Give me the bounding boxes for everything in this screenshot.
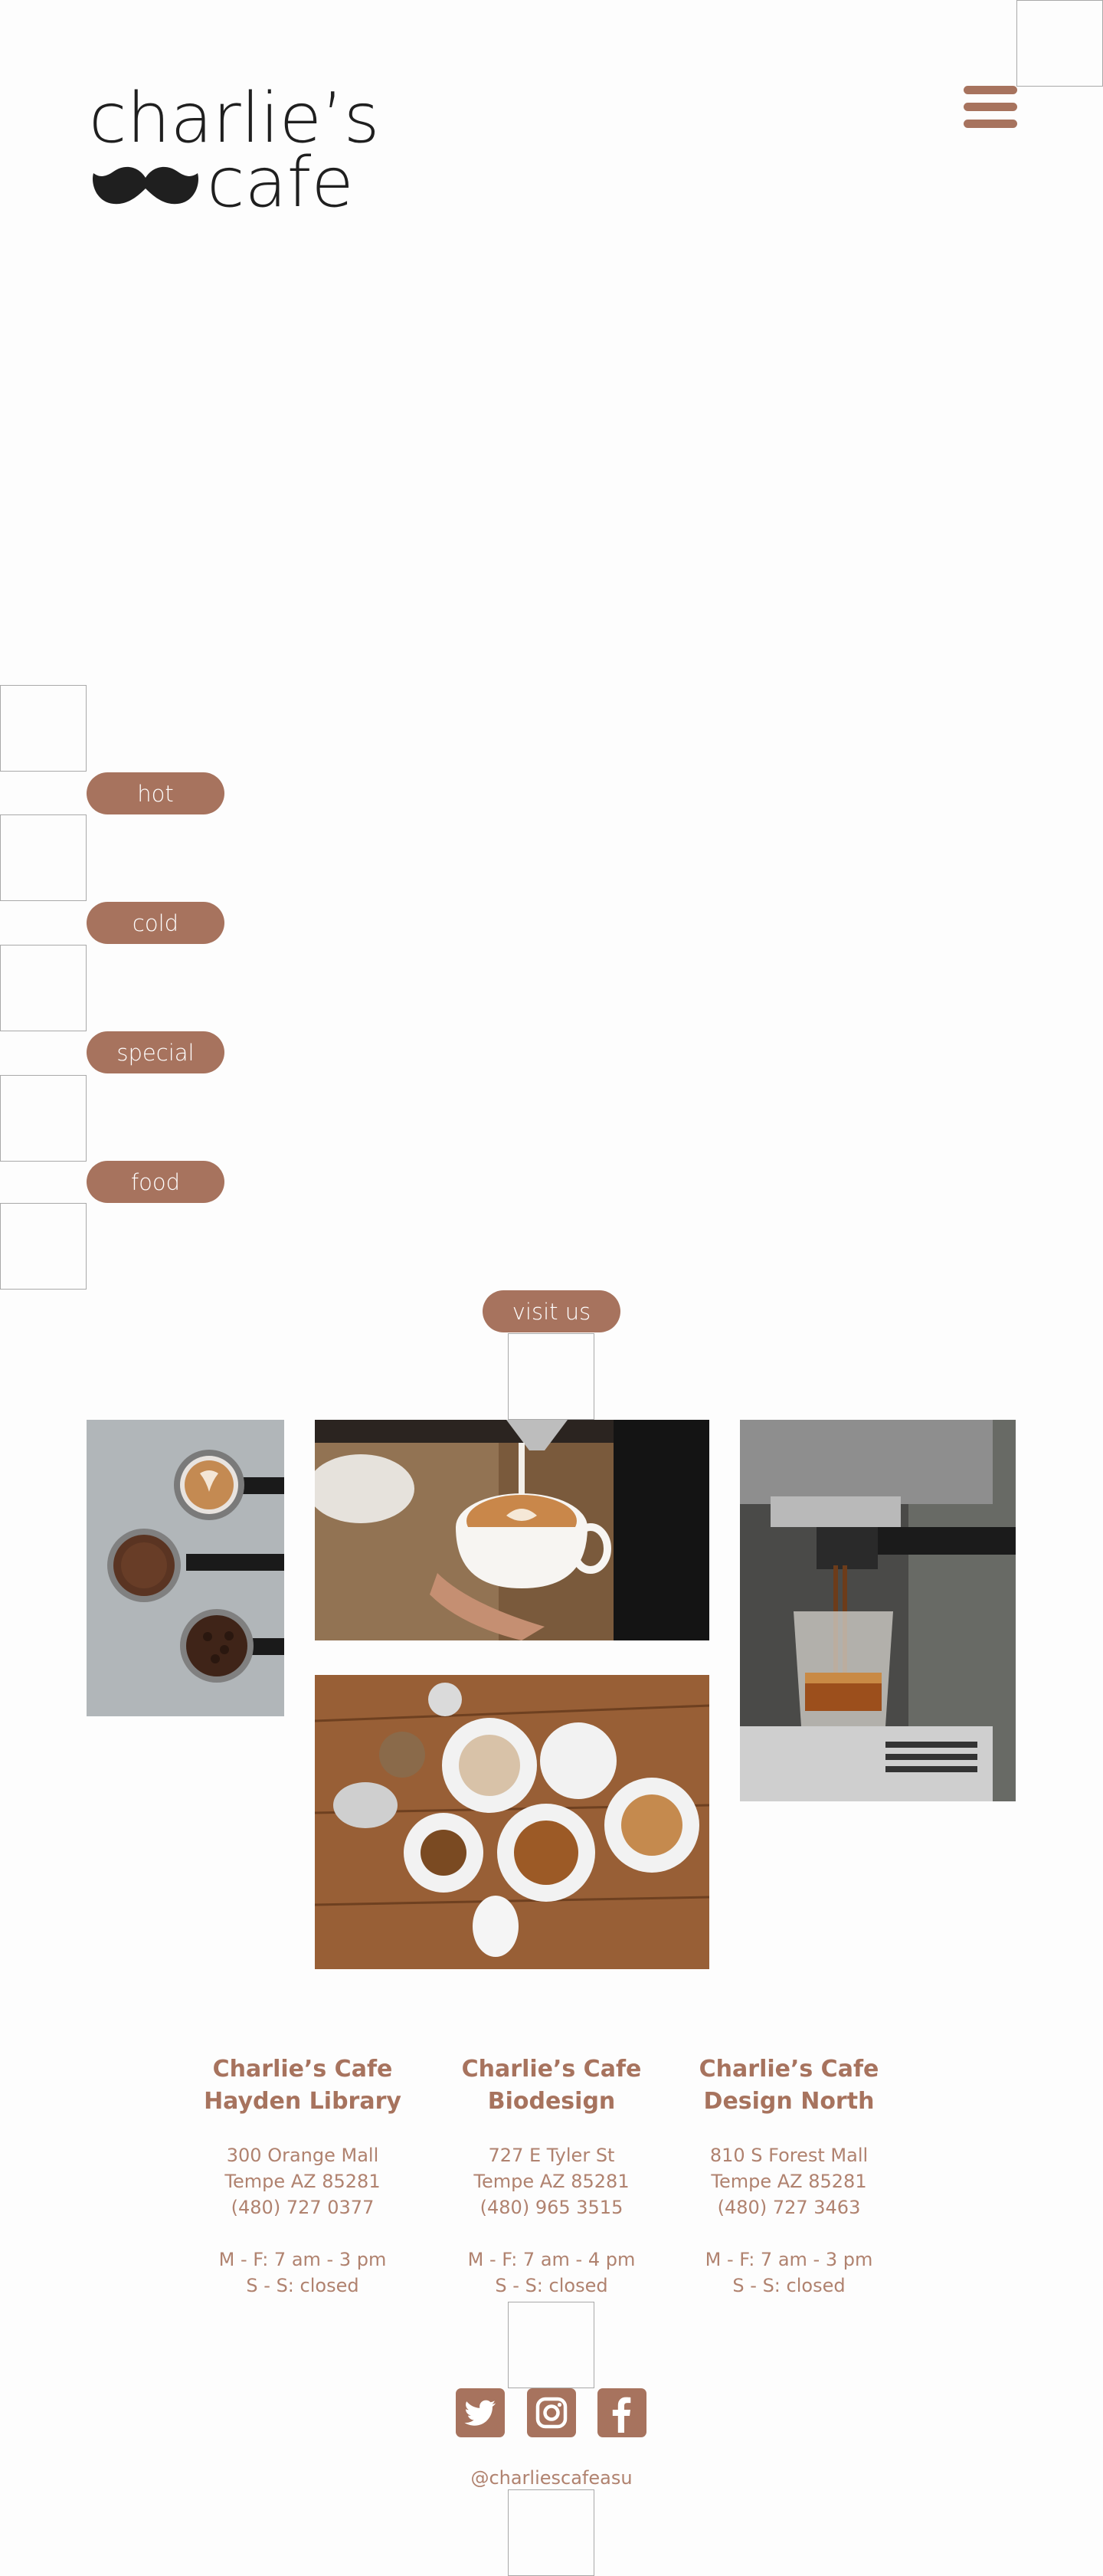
location-hours: M - F: 7 am - 3 pm S - S: closed [705,2249,873,2296]
location-name: Charlie’s Cafe Biodesign [461,2056,642,2115]
menu-button-food[interactable]: food [87,1161,224,1203]
photo-coffee-table-cups [315,1675,709,1969]
placeholder-frame [508,2302,594,2388]
location-address: 300 Orange Mall Tempe AZ 85281 (480) 727… [224,2145,381,2218]
location-name: Charlie’s Cafe Design North [699,2056,879,2115]
photo-coffee-portafilters [87,1420,284,1716]
logo-text-cafe: cafe [207,143,354,223]
placeholder-frame [0,1203,87,1290]
visit-us-button[interactable]: visit us [483,1290,620,1332]
placeholder-frame [1016,0,1103,87]
hamburger-menu-icon[interactable] [964,86,1017,129]
twitter-icon[interactable] [456,2388,505,2437]
menu-button-cold[interactable]: cold [87,902,224,944]
location-hayden-library: Charlie’s Cafe Hayden Library 300 Orange… [203,2053,402,2299]
placeholder-frame [508,2489,594,2576]
cafe-logo[interactable]: charlie’s cafe [89,84,380,218]
location-address: 727 E Tyler St Tempe AZ 85281 (480) 965 … [473,2145,630,2218]
instagram-icon[interactable] [527,2388,576,2437]
social-handle-link[interactable]: @charliescafeasu [398,2467,705,2489]
photo-latte-pour [315,1420,709,1640]
menu-button-hot[interactable]: hot [87,772,224,814]
placeholder-frame [0,945,87,1031]
facebook-icon[interactable] [597,2388,646,2437]
location-address: 810 S Forest Mall Tempe AZ 85281 (480) 7… [709,2145,869,2218]
photo-espresso-machine [740,1420,1016,1801]
placeholder-frame [0,814,87,901]
location-design-north: Charlie’s Cafe Design North 810 S Forest… [689,2053,889,2299]
menu-button-special[interactable]: special [87,1031,224,1073]
location-hours: M - F: 7 am - 4 pm S - S: closed [467,2249,636,2296]
location-name: Charlie’s Cafe Hayden Library [204,2056,401,2115]
placeholder-frame [508,1333,594,1420]
location-hours: M - F: 7 am - 3 pm S - S: closed [218,2249,387,2296]
location-biodesign: Charlie’s Cafe Biodesign 727 E Tyler St … [452,2053,651,2299]
mustache-icon [93,166,198,205]
placeholder-frame [0,1075,87,1162]
placeholder-frame [0,685,87,772]
